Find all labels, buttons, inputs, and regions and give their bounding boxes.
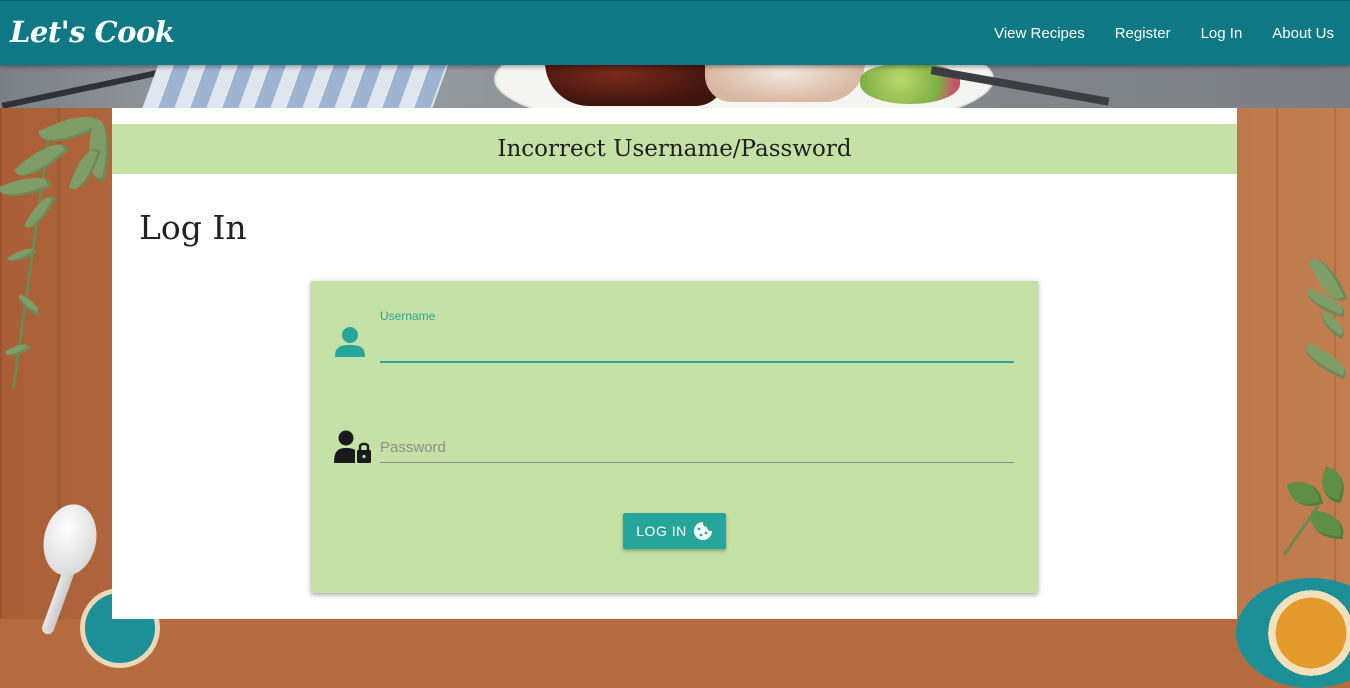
- flash-message: Incorrect Username/Password: [112, 124, 1237, 174]
- cookie-icon: [693, 521, 713, 541]
- user-lock-icon: [334, 430, 374, 469]
- nav-links: View Recipes Register Log In About Us: [964, 1, 1334, 65]
- page-title: Log In: [139, 208, 247, 247]
- login-button-label: LOG IN: [636, 523, 687, 539]
- password-input[interactable]: [380, 432, 1014, 463]
- nav-link-register[interactable]: Register: [1115, 25, 1171, 42]
- main-content: Incorrect Username/Password Log In Usern…: [112, 108, 1237, 619]
- user-icon: [334, 326, 366, 363]
- username-label: Username: [380, 309, 436, 323]
- brand-logo[interactable]: Let's Cook: [10, 15, 175, 49]
- nav-link-log-in[interactable]: Log In: [1201, 25, 1243, 42]
- top-navbar: Let's Cook View Recipes Register Log In …: [0, 0, 1350, 65]
- login-form: Username LOG IN: [311, 281, 1038, 593]
- nav-link-view-recipes[interactable]: View Recipes: [994, 25, 1085, 42]
- login-button[interactable]: LOG IN: [623, 513, 726, 549]
- username-input[interactable]: [380, 331, 1014, 363]
- nav-link-about-us[interactable]: About Us: [1272, 25, 1334, 42]
- header-food-image: [0, 62, 1350, 108]
